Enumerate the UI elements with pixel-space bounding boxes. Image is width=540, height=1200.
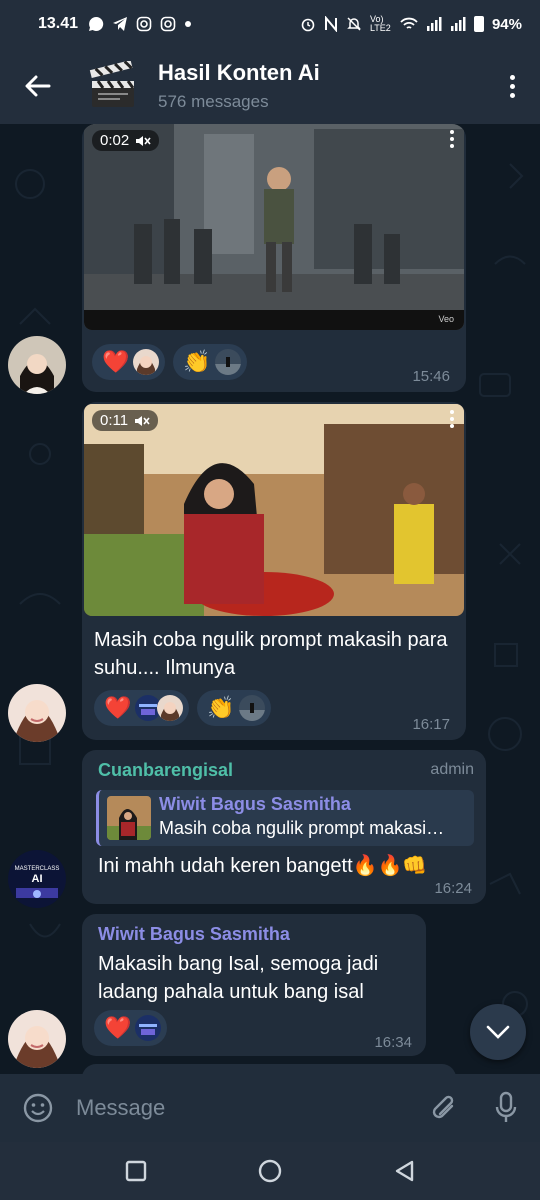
sender-avatar[interactable]	[8, 336, 66, 394]
sender-name[interactable]: Cuanbarengisal	[98, 760, 233, 781]
reaction-clap[interactable]: 👏	[197, 690, 271, 726]
video-more-button[interactable]	[450, 130, 454, 148]
reaction-clap[interactable]: 👏	[173, 344, 247, 380]
arrow-left-icon	[25, 75, 51, 97]
microphone-button[interactable]	[472, 1074, 540, 1142]
reactions-row: ❤️ 👏	[94, 690, 271, 726]
message-count: 576 messages	[158, 92, 269, 111]
message-bubble-video-caption[interactable]: 0:11 Masih coba ngulik prompt makasih pa…	[82, 402, 466, 740]
message-bubble-video[interactable]: 0:02 Veo ❤️ 👏 15:46	[82, 124, 466, 392]
wifi-icon	[400, 17, 418, 29]
mute-icon	[347, 17, 361, 31]
message-time: 15:46	[412, 368, 450, 385]
reactor-avatar	[214, 349, 241, 375]
heart-emoji: ❤️	[102, 349, 130, 374]
emoji-button[interactable]	[0, 1074, 76, 1142]
muted-speaker-icon	[136, 135, 151, 146]
reactor-avatar	[133, 349, 160, 375]
video-duration: 0:02	[92, 130, 160, 151]
message-time: 16:24	[434, 880, 472, 897]
video-duration: 0:11	[92, 410, 159, 431]
reaction-heart[interactable]: ❤️	[94, 1010, 168, 1046]
message-bubble-text-reply[interactable]: Cuanbarengisal admin Wiwit Bagus Sasmith…	[82, 750, 486, 904]
message-text: Makasih bang Isal, semoga jadi ladang pa…	[98, 953, 379, 1003]
video-watermark: Veo	[438, 314, 454, 324]
message-caption: Masih coba ngulik prompt makasih para su…	[94, 629, 448, 679]
message-text: Ini mahh udah keren bangett🔥🔥👊	[98, 855, 428, 877]
smile-icon	[23, 1093, 53, 1123]
status-time: 13.41	[38, 15, 79, 32]
chat-messages-area[interactable]: 0:02 Veo ❤️ 👏 15:46 0:11 Masih coba ngul…	[0, 124, 540, 1074]
sender-avatar[interactable]	[8, 684, 66, 742]
nfc-icon	[324, 16, 337, 32]
back-nav-icon[interactable]	[393, 1159, 415, 1183]
video-more-button[interactable]	[450, 410, 454, 428]
sender-avatar[interactable]	[8, 1010, 66, 1068]
heart-emoji: ❤️	[104, 1015, 132, 1040]
telegram-icon	[113, 17, 128, 31]
reply-preview[interactable]: Wiwit Bagus Sasmitha Masih coba ngulik p…	[96, 790, 474, 846]
chat-title-block[interactable]: Hasil Konten Ai 576 messages	[158, 60, 320, 112]
message-time: 16:17	[412, 716, 450, 733]
clap-emoji: 👏	[207, 695, 235, 720]
admin-badge: admin	[430, 761, 474, 778]
system-icons: Vo) LTE2 94%	[300, 15, 522, 33]
battery-icon	[473, 16, 484, 32]
paperclip-icon	[432, 1095, 454, 1119]
reactor-avatar	[157, 695, 184, 721]
reply-sender: Wiwit Bagus Sasmitha	[159, 794, 351, 814]
back-button[interactable]	[0, 48, 76, 124]
message-bubble-partial[interactable]	[82, 1064, 456, 1074]
clapperboard-icon[interactable]	[88, 60, 138, 111]
clap-emoji: 👏	[183, 349, 211, 374]
battery-level: 94%	[491, 15, 522, 33]
reply-text: Masih coba ngulik prompt makasi…	[159, 818, 445, 838]
sender-name[interactable]: Wiwit Bagus Sasmitha	[98, 924, 290, 945]
reactor-avatar	[135, 1015, 162, 1041]
signal-icon-2	[450, 17, 466, 31]
message-bubble-text[interactable]: Wiwit Bagus Sasmitha Makasih bang Isal, …	[82, 914, 426, 1056]
video-frame-zombie-street	[84, 124, 464, 330]
reactor-avatar	[238, 695, 265, 721]
sender-avatar[interactable]: MASTERCLASS AI	[8, 850, 66, 908]
more-menu-button[interactable]	[484, 48, 540, 124]
chat-title: Hasil Konten Ai	[158, 60, 320, 85]
message-time: 16:34	[374, 1034, 412, 1051]
instagram-icon-2	[160, 16, 176, 32]
notification-icons	[88, 16, 192, 32]
dot-icon	[185, 21, 192, 27]
avatar-text-ai: AI	[32, 873, 43, 885]
signal-icon	[426, 17, 442, 31]
reply-thumbnail	[107, 796, 151, 840]
home-icon[interactable]	[257, 1158, 283, 1184]
chat-header: Hasil Konten Ai 576 messages	[0, 48, 540, 124]
chevron-down-icon	[486, 1025, 510, 1039]
instagram-icon	[136, 16, 152, 32]
network-label: Vo) LTE2	[369, 14, 391, 33]
reaction-heart[interactable]: ❤️	[92, 344, 166, 380]
system-navigation-bar	[0, 1142, 540, 1200]
reactions-row: ❤️ 👏	[92, 344, 247, 380]
video-thumbnail[interactable]: 0:02 Veo	[84, 124, 464, 330]
more-vertical-icon	[509, 74, 515, 80]
scroll-to-bottom-button[interactable]	[470, 1004, 526, 1060]
heart-emoji: ❤️	[104, 695, 132, 720]
reaction-heart[interactable]: ❤️	[94, 690, 190, 726]
muted-speaker-icon	[135, 415, 150, 426]
video-frame-market	[84, 404, 464, 616]
reactions-row: ❤️	[94, 1010, 168, 1046]
message-input[interactable]: Message	[76, 1095, 165, 1121]
attach-button[interactable]	[416, 1074, 472, 1142]
avatar-text-masterclass: MASTERCLASS	[15, 866, 60, 872]
video-thumbnail[interactable]: 0:11	[84, 404, 464, 616]
status-bar: 13.41 Vo) LTE2 94%	[0, 0, 540, 48]
message-input-bar: Message	[0, 1074, 540, 1142]
microphone-icon	[495, 1091, 517, 1122]
whatsapp-icon	[89, 16, 104, 31]
recents-icon[interactable]	[125, 1160, 147, 1182]
alarm-icon	[301, 18, 315, 32]
